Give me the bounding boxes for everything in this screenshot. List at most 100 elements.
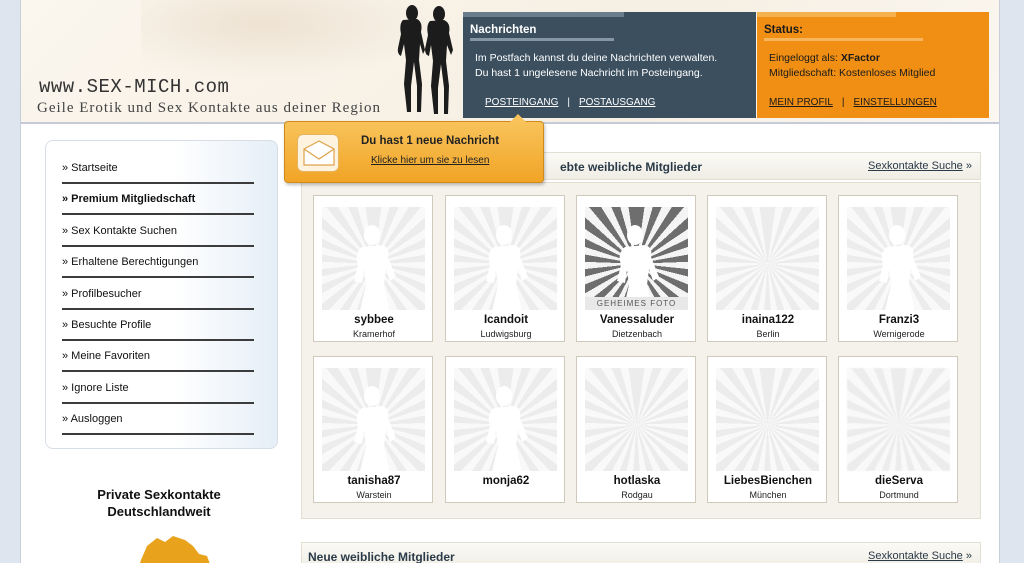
member-card[interactable]: dieServa Dortmund [838,356,958,503]
messages-info-line: Im Postfach kannst du deine Nachrichten … [475,52,718,64]
envelope-icon-graphic [303,140,335,166]
member-city: Dietzenbach [611,329,663,339]
popular-search-link-label[interactable]: Sexkontakte Suche [868,160,963,172]
messages-tab-stripe [463,12,756,17]
member-card[interactable]: inaina122 Berlin [707,195,827,342]
sidebar-item-permissions[interactable]: » Erhaltene Berechtigungen [62,247,254,278]
new-members-title: Neue weibliche Mitglieder [308,550,455,563]
member-photo[interactable] [716,207,819,310]
germany-map-image[interactable] [127,532,217,563]
member-photo-secret[interactable]: GEHEIMES FOTO [585,207,688,310]
messages-panel: Nachrichten Im Postfach kannst du deine … [463,12,756,118]
member-card[interactable]: LiebesBienchen München [707,356,827,503]
member-name[interactable]: Icandoit [446,314,566,326]
member-city: Kramerhof [352,329,396,339]
members-grid: sybbee Kramerhof Icandoit Ludwigsburg GE… [301,182,981,519]
female-silhouette-icon [486,225,528,310]
secret-photo-label: GEHEIMES FOTO [585,297,688,310]
promo-line-1: Private Sexkontakte [97,487,221,502]
status-separator: | [841,97,845,108]
envelope-icon [297,134,339,172]
logged-in-prefix: Eingeloggt als: [769,52,838,64]
member-photo-placeholder[interactable] [454,368,557,471]
member-city: München [749,490,787,500]
status-panel: Status: Eingeloggt als: XFactor Mitglied… [757,12,989,118]
member-city: Ludwigsburg [480,329,532,339]
new-members-header: Neue weibliche Mitglieder Sexkontakte Su… [301,542,981,563]
site-logo[interactable]: www.SEX-MICH.com [39,76,229,98]
member-name[interactable]: Franzi3 [839,314,959,326]
my-profile-link[interactable]: MEIN PROFIL [769,97,833,108]
outbox-link[interactable]: POSTAUSGANG [579,97,656,108]
header-silhouettes-image [397,5,453,114]
member-card[interactable]: hotlaska Rodgau [576,356,696,503]
status-tab-stripe [757,12,989,17]
messages-links: POSTEINGANG | POSTAUSGANG [485,97,655,108]
promo-line-2: Deutschlandweit [107,504,211,519]
new-message-popup[interactable]: Du hast 1 neue Nachricht Klicke hier um … [284,114,544,183]
member-city: Warstein [356,490,392,500]
new-search-link[interactable]: Sexkontakte Suche » [868,550,972,562]
member-city: Wernigerode [873,329,925,339]
logged-in-line: Eingeloggt als: XFactor [769,52,880,64]
sidebar-item-logout[interactable]: » Ausloggen [62,404,254,435]
member-card[interactable]: monja62 [445,356,565,503]
new-search-link-label[interactable]: Sexkontakte Suche [868,550,963,562]
member-name[interactable]: sybbee [314,314,434,326]
popular-search-link-arrow: » [965,160,972,172]
member-photo-placeholder[interactable] [322,368,425,471]
logged-in-username: XFactor [840,52,880,64]
popular-members-title: ebte weibliche Mitglieder [560,160,703,174]
sidebar-item-startseite[interactable]: » Startseite [62,153,254,184]
sidebar-item-visitors[interactable]: » Profilbesucher [62,279,254,310]
site-header: www.SEX-MICH.com Geile Erotik und Sex Ko… [21,0,999,124]
member-city: Dortmund [879,490,919,500]
sidebar-item-ignore-list[interactable]: » Ignore Liste [62,373,254,404]
member-photo[interactable] [585,368,688,471]
member-photo-placeholder[interactable] [847,207,950,310]
member-photo[interactable] [716,368,819,471]
member-photo-placeholder[interactable] [322,207,425,310]
member-card[interactable]: Franzi3 Wernigerode [838,195,958,342]
member-name[interactable]: monja62 [446,475,566,487]
female-silhouette-icon [354,225,396,310]
messages-title: Nachrichten [470,24,615,41]
member-city: Rodgau [621,490,653,500]
member-card[interactable]: GEHEIMES FOTO Vanessaluder Dietzenbach [576,195,696,342]
popular-search-link[interactable]: Sexkontakte Suche » [868,160,972,172]
member-photo-placeholder[interactable] [454,207,557,310]
popup-read-link[interactable]: Klicke hier um sie zu lesen [371,155,489,166]
member-card[interactable]: sybbee Kramerhof [313,195,433,342]
member-name[interactable]: hotlaska [577,475,697,487]
new-search-link-arrow: » [965,550,972,562]
member-name[interactable]: LiebesBienchen [708,475,828,487]
member-name[interactable]: tanisha87 [314,475,434,487]
popup-pointer [510,114,526,122]
inbox-link[interactable]: POSTEINGANG [485,97,558,108]
female-silhouette-icon [879,225,921,310]
sidebar-item-visited-profiles[interactable]: » Besuchte Profile [62,310,254,341]
messages-separator: | [567,97,570,108]
promo-heading: Private Sexkontakte Deutschlandweit [69,486,249,520]
member-name[interactable]: Vanessaluder [577,314,697,326]
member-city: Berlin [756,329,780,339]
status-title: Status: [764,24,923,41]
sidebar-item-favorites[interactable]: » Meine Favoriten [62,341,254,372]
member-name[interactable]: inaina122 [708,314,828,326]
member-name[interactable]: dieServa [839,475,959,487]
member-card[interactable]: Icandoit Ludwigsburg [445,195,565,342]
sidebar-item-search[interactable]: » Sex Kontakte Suchen [62,216,254,247]
membership-line: Mitgliedschaft: Kostenloses Mitglied [769,67,936,79]
site-tagline: Geile Erotik und Sex Kontakte aus deiner… [37,100,382,116]
messages-unread-line: Du hast 1 ungelesene Nachricht im Postei… [475,67,703,79]
member-photo[interactable] [847,368,950,471]
sidebar-nav: » Startseite » Premium Mitgliedschaft » … [45,140,278,449]
status-links: MEIN PROFIL | EINSTELLUNGEN [769,97,937,108]
page: www.SEX-MICH.com Geile Erotik und Sex Ko… [20,0,1000,563]
settings-link[interactable]: EINSTELLUNGEN [854,97,937,108]
member-card[interactable]: tanisha87 Warstein [313,356,433,503]
sidebar-item-premium[interactable]: » Premium Mitgliedschaft [62,184,254,215]
popup-title: Du hast 1 neue Nachricht [361,135,500,147]
female-silhouette-icon [354,386,396,471]
female-silhouette-icon [486,386,528,471]
